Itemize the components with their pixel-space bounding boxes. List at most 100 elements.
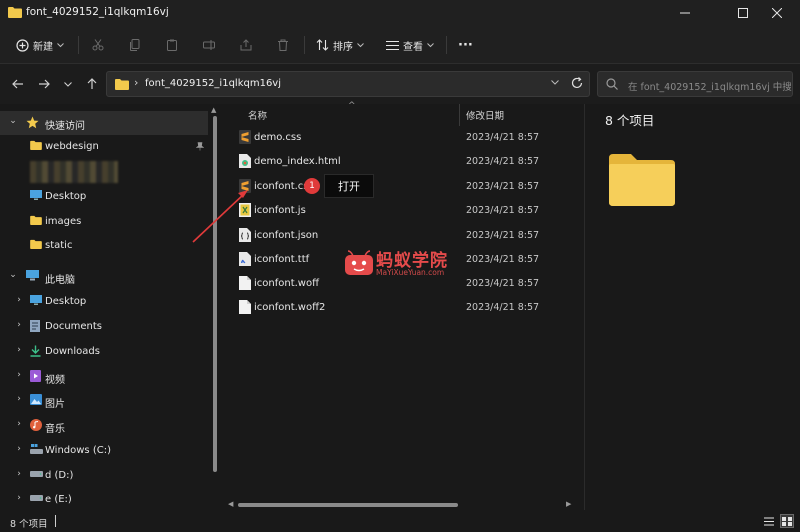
sidebar-item-images[interactable]: images	[0, 210, 208, 234]
sidebar-item-desktop[interactable]: Desktop	[0, 185, 208, 209]
tiles-view-button[interactable]	[780, 514, 794, 528]
desktop-icon	[30, 190, 42, 203]
file-name: iconfont.json	[254, 230, 319, 241]
file-row[interactable]: iconfont.js 2023/4/21 8:57	[238, 200, 578, 222]
folder-icon	[8, 6, 22, 21]
sidebar-item-music[interactable]: › 音乐	[0, 414, 208, 438]
more-button[interactable]: ···	[458, 26, 473, 64]
search-placeholder: 在 font_4029152_i1qlkqm16vj 中搜...	[628, 82, 793, 93]
download-icon	[30, 345, 41, 360]
sidebar-item-documents[interactable]: › Documents	[0, 315, 208, 339]
cut-button[interactable]	[92, 26, 104, 64]
blank-file-icon	[239, 300, 251, 317]
chevron-down-icon[interactable]: ⌄	[8, 116, 18, 126]
chevron-down-icon	[64, 81, 72, 87]
file-row[interactable]: iconfont.woff2 2023/4/21 8:57	[238, 297, 578, 319]
sidebar-item-downloads[interactable]: › Downloads	[0, 340, 208, 364]
new-button[interactable]: 新建	[16, 26, 64, 64]
view-label: 查看	[403, 41, 423, 53]
scroll-left-icon[interactable]: ◀	[228, 500, 233, 508]
breadcrumb-current[interactable]: font_4029152_i1qlkqm16vj	[145, 78, 281, 89]
sort-button[interactable]: 排序	[316, 26, 364, 64]
chevron-right-icon[interactable]: ›	[14, 295, 24, 305]
sublime-file-icon	[239, 179, 251, 196]
chevron-down-icon[interactable]: ⌄	[8, 270, 18, 280]
folder-icon	[30, 215, 42, 228]
column-divider[interactable]	[459, 104, 460, 126]
chevron-right-icon[interactable]: ›	[14, 469, 24, 479]
sidebar-item-webdesign[interactable]: webdesign	[0, 135, 208, 159]
chevron-right-icon[interactable]: ›	[14, 345, 24, 355]
column-name[interactable]: 名称	[248, 108, 267, 122]
search-icon	[606, 78, 618, 93]
copy-icon	[130, 39, 140, 51]
file-list-scrollbar[interactable]	[238, 503, 458, 507]
file-name: demo_index.html	[254, 156, 341, 167]
sidebar-scrollbar[interactable]	[213, 116, 217, 472]
folder-icon	[30, 239, 42, 252]
sidebar-item-pictures[interactable]: › 图片	[0, 389, 208, 413]
forward-button[interactable]	[34, 74, 54, 94]
toolbar-divider	[446, 36, 447, 54]
minimize-button[interactable]	[662, 0, 708, 26]
scissors-icon	[92, 39, 104, 51]
list-view-icon	[386, 40, 399, 50]
share-button[interactable]	[240, 26, 252, 64]
share-icon	[240, 39, 252, 51]
rename-button[interactable]	[203, 26, 215, 64]
pin-icon	[195, 142, 205, 154]
chevron-right-icon[interactable]: ›	[14, 493, 24, 503]
status-item-count: 8 个项目	[10, 519, 48, 530]
sidebar-item-label: Windows (C:)	[45, 445, 111, 456]
chevron-right-icon[interactable]: ›	[14, 394, 24, 404]
breadcrumb-chevron-icon[interactable]: ›	[134, 76, 138, 89]
folder-icon	[30, 140, 42, 153]
sort-ascending-icon: ^	[348, 101, 356, 111]
more-icon: ···	[458, 37, 473, 53]
music-icon	[30, 419, 42, 434]
sidebar-item-static[interactable]: static	[0, 234, 208, 258]
chevron-down-icon	[357, 42, 364, 47]
view-button[interactable]: 查看	[386, 26, 434, 64]
chevron-right-icon[interactable]: ›	[14, 320, 24, 330]
sidebar-item-drive-d[interactable]: › d (D:)	[0, 464, 208, 488]
chevron-right-icon[interactable]: ›	[14, 370, 24, 380]
search-input[interactable]: 在 font_4029152_i1qlkqm16vj 中搜...	[597, 71, 793, 97]
address-dropdown-button[interactable]	[551, 77, 559, 88]
watermark: 蚂蚁学院 MaYiXueYuan.com	[344, 250, 447, 281]
close-button[interactable]	[754, 0, 800, 26]
sidebar-item-this-pc[interactable]: ⌄ 此电脑	[0, 265, 208, 289]
delete-button[interactable]	[277, 26, 289, 64]
file-row[interactable]: iconfont.css 2023/4/21 8:57	[238, 176, 578, 198]
address-bar[interactable]: › font_4029152_i1qlkqm16vj	[106, 71, 590, 97]
sidebar-item-label: 图片	[45, 399, 65, 410]
file-row[interactable]: demo.css 2023/4/21 8:57	[238, 127, 578, 149]
sidebar-item-quick-access[interactable]: ⌄ 快速访问	[0, 111, 208, 135]
item-count: 8 个项目	[605, 113, 655, 128]
scroll-up-icon[interactable]: ▲	[211, 106, 216, 114]
file-date: 2023/4/21 8:57	[466, 156, 540, 167]
refresh-button[interactable]	[571, 77, 583, 92]
details-view-button[interactable]	[762, 514, 776, 528]
chevron-right-icon[interactable]: ›	[14, 444, 24, 454]
file-row[interactable]: iconfont.json 2023/4/21 8:57	[238, 225, 578, 247]
sidebar-item-drive-c[interactable]: › Windows (C:)	[0, 439, 208, 463]
chevron-right-icon[interactable]: ›	[14, 419, 24, 429]
sidebar-item-pc-desktop[interactable]: › Desktop	[0, 290, 208, 314]
sidebar-item-videos[interactable]: › 视频	[0, 365, 208, 389]
column-modified[interactable]: 修改日期	[466, 108, 504, 122]
file-row[interactable]: demo_index.html 2023/4/21 8:57	[238, 151, 578, 173]
file-date: 2023/4/21 8:57	[466, 205, 540, 216]
chevron-down-icon	[57, 42, 64, 47]
up-button[interactable]	[82, 74, 102, 94]
paste-button[interactable]	[166, 26, 178, 64]
sidebar-item-label: Documents	[45, 321, 103, 332]
copy-button[interactable]	[129, 26, 141, 64]
sidebar-item-drive-e[interactable]: › e (E:)	[0, 488, 208, 512]
recent-locations-button[interactable]	[58, 74, 78, 94]
back-button[interactable]	[8, 74, 28, 94]
plus-circle-icon	[16, 38, 29, 52]
paste-icon	[167, 39, 177, 51]
blurred-item	[30, 161, 118, 183]
scroll-right-icon[interactable]: ▶	[566, 500, 571, 508]
